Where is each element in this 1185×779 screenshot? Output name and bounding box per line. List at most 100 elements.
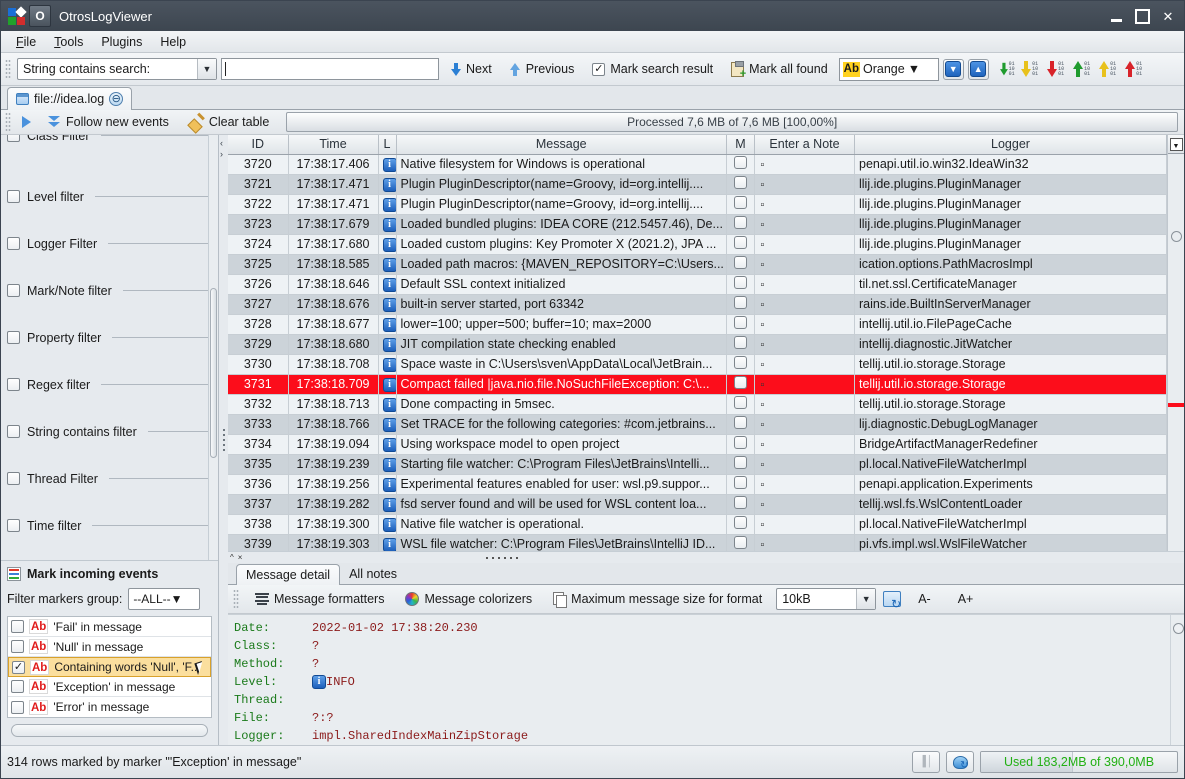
minimize-button[interactable] xyxy=(1104,5,1128,27)
message-formatters-button[interactable]: Message formatters xyxy=(248,590,391,608)
clear-table-button[interactable]: Clear table xyxy=(182,113,276,132)
filter-item-string-contains-filter[interactable]: String contains filter xyxy=(7,408,212,455)
column-header-note[interactable]: Enter a Note xyxy=(754,135,855,155)
collapse-right-icon[interactable]: › xyxy=(220,150,223,159)
maximum-message-size-select[interactable]: 10kB ▼ xyxy=(776,588,877,610)
mark-checkbox[interactable] xyxy=(734,276,747,289)
log-table-horizontal-scrollbar[interactable]: ^ × xyxy=(228,551,1184,563)
filter-markers-group-select[interactable]: --ALL-- ▼ xyxy=(128,588,201,610)
table-row[interactable]: 3732 17:38:18.713 i Done compacting in 5mse… xyxy=(228,394,1167,415)
column-header-level[interactable]: L xyxy=(378,135,397,155)
table-row[interactable]: 3737 17:38:19.282 i fsd server found and wi… xyxy=(228,494,1167,515)
filter-item-logger-filter[interactable]: Logger Filter xyxy=(7,220,212,267)
next-marked-green-icon[interactable]: 01 10 01 xyxy=(993,58,1015,80)
menu-file[interactable]: File xyxy=(7,33,45,51)
table-row[interactable]: 3725 17:38:18.585 i Loaded path macros: {MA… xyxy=(228,254,1167,275)
mark-search-result-checkbox[interactable]: ✓ Mark search result xyxy=(585,60,720,78)
filter-item-level-filter[interactable]: Level filter xyxy=(7,173,212,220)
marker-row-selected[interactable]: ✓ Ab Containing words 'Null', 'F... xyxy=(8,657,211,677)
follow-new-events-button[interactable]: Follow new events xyxy=(40,113,176,131)
marker-row[interactable]: Ab 'Exception' in message xyxy=(8,677,211,697)
filter-item-regex-filter[interactable]: Regex filter xyxy=(7,361,212,408)
table-row[interactable]: 3721 17:38:17.471 i Plugin PluginDescriptor… xyxy=(228,174,1167,195)
mark-checkbox[interactable] xyxy=(734,516,747,529)
mark-all-found-button[interactable]: Mark all found xyxy=(724,60,835,80)
marker-color-select[interactable]: Ab Orange ▼ xyxy=(838,57,939,81)
table-row[interactable]: 3736 17:38:19.256 i Experimental features e… xyxy=(228,474,1167,495)
table-row[interactable]: 3739 17:38:19.303 i WSL file watcher: C:\Pr… xyxy=(228,534,1167,551)
menu-plugins[interactable]: Plugins xyxy=(92,33,151,51)
table-row[interactable]: 3733 17:38:18.766 i Set TRACE for the follo… xyxy=(228,414,1167,435)
filter-checkbox[interactable] xyxy=(7,519,20,532)
table-row[interactable]: 3723 17:38:17.679 i Loaded bundled plugins:… xyxy=(228,214,1167,235)
table-row[interactable]: 3738 17:38:19.300 i Native file watcher is … xyxy=(228,514,1167,535)
markers-horizontal-scrollbar[interactable] xyxy=(11,724,208,737)
marker-checkbox[interactable]: ✓ xyxy=(12,660,25,674)
filter-item-thread-filter[interactable]: Thread Filter xyxy=(7,455,212,502)
mark-checkbox[interactable] xyxy=(734,496,747,509)
marker-checkbox[interactable] xyxy=(11,620,24,633)
previous-marked-green-icon[interactable]: 01 10 01 xyxy=(1071,58,1093,80)
filter-item-property-filter[interactable]: Property filter xyxy=(7,314,212,361)
filter-item-class-filter[interactable]: Class Filter xyxy=(7,135,212,173)
column-header-time[interactable]: Time xyxy=(288,135,379,155)
mark-checkbox[interactable] xyxy=(734,176,747,189)
tab-all-notes[interactable]: All notes xyxy=(340,563,406,584)
mark-checkbox[interactable] xyxy=(734,536,747,549)
table-row[interactable]: 3722 17:38:17.471 i Plugin PluginDescriptor… xyxy=(228,194,1167,215)
marker-row[interactable]: Ab 'Fail' in message xyxy=(8,617,211,637)
marker-gutter[interactable]: ▼ xyxy=(1167,135,1184,551)
mark-checkbox[interactable] xyxy=(734,156,747,169)
close-button[interactable]: ✕ xyxy=(1156,5,1180,27)
mark-checkbox[interactable] xyxy=(734,296,747,309)
filter-checkbox[interactable] xyxy=(7,331,20,344)
table-row[interactable]: 3735 17:38:19.239 i Starting file watcher: … xyxy=(228,454,1167,475)
file-tab[interactable]: file://idea.log ⊖ xyxy=(7,87,133,110)
table-row[interactable]: 3734 17:38:19.094 i Using workspace model t… xyxy=(228,434,1167,455)
mark-checkbox[interactable] xyxy=(734,336,747,349)
status-toggle-button[interactable]: ▐│ xyxy=(912,751,940,773)
filter-checkbox[interactable] xyxy=(7,237,20,250)
column-header-mark[interactable]: M xyxy=(726,135,755,155)
font-increase-button[interactable]: A+ xyxy=(948,592,984,606)
search-input[interactable] xyxy=(221,58,439,80)
marker-checkbox[interactable] xyxy=(11,640,24,653)
column-header-logger[interactable]: Logger xyxy=(854,135,1167,155)
gutter-alert-marker[interactable] xyxy=(1168,403,1184,407)
mark-checkbox[interactable] xyxy=(734,256,747,269)
filter-checkbox[interactable] xyxy=(7,472,20,485)
column-settings-button[interactable]: ▼ xyxy=(1168,135,1184,154)
mark-checkbox[interactable] xyxy=(734,216,747,229)
table-row[interactable]: 3730 17:38:18.708 i Space waste in C:\Users… xyxy=(228,354,1167,375)
next-marked-red-icon[interactable]: 01 10 01 xyxy=(1045,58,1067,80)
mark-checkbox[interactable] xyxy=(734,416,747,429)
table-row[interactable]: 3724 17:38:17.680 i Loaded custom plugins: … xyxy=(228,234,1167,255)
filter-item-time-filter[interactable]: Time filter xyxy=(7,502,212,549)
filters-scrollbar-thumb[interactable] xyxy=(210,288,217,458)
table-row[interactable]: 3726 17:38:18.646 i Default SSL context ini… xyxy=(228,274,1167,295)
menu-tools[interactable]: Tools xyxy=(45,33,92,51)
table-row[interactable]: 3727 17:38:18.676 i built-in server started… xyxy=(228,294,1167,315)
mark-checkbox[interactable] xyxy=(734,376,747,389)
marker-checkbox[interactable] xyxy=(11,700,24,714)
mark-checkbox[interactable] xyxy=(734,236,747,249)
mark-checkbox[interactable] xyxy=(734,356,747,369)
filter-checkbox[interactable] xyxy=(7,425,20,438)
close-tab-icon[interactable]: ⊖ xyxy=(109,92,124,106)
next-button[interactable]: Next xyxy=(443,60,499,78)
table-row[interactable]: 3720 17:38:17.406 i Native filesystem for W… xyxy=(228,154,1167,175)
next-marked-yellow-icon[interactable]: 01 10 01 xyxy=(1019,58,1041,80)
detail-scrollbar-thumb[interactable] xyxy=(1173,623,1184,634)
mark-down-button[interactable]: ▼ xyxy=(942,58,964,80)
scroll-up-icon[interactable]: ^ xyxy=(230,553,234,562)
column-header-message[interactable]: Message xyxy=(396,135,727,155)
column-header-id[interactable]: ID xyxy=(228,135,289,155)
mark-up-button[interactable]: ▲ xyxy=(967,58,989,80)
table-row-alert[interactable]: 3731 17:38:18.709 i Compact failed |java.ni… xyxy=(228,374,1167,395)
panel-splitter[interactable]: ‹ › xyxy=(219,135,228,745)
filter-checkbox[interactable] xyxy=(7,284,20,297)
previous-marked-red-icon[interactable]: 01 10 01 xyxy=(1123,58,1145,80)
toolbar-grip[interactable] xyxy=(5,59,11,79)
detail-toolbar-grip[interactable] xyxy=(233,589,239,609)
maximize-button[interactable] xyxy=(1130,5,1154,27)
